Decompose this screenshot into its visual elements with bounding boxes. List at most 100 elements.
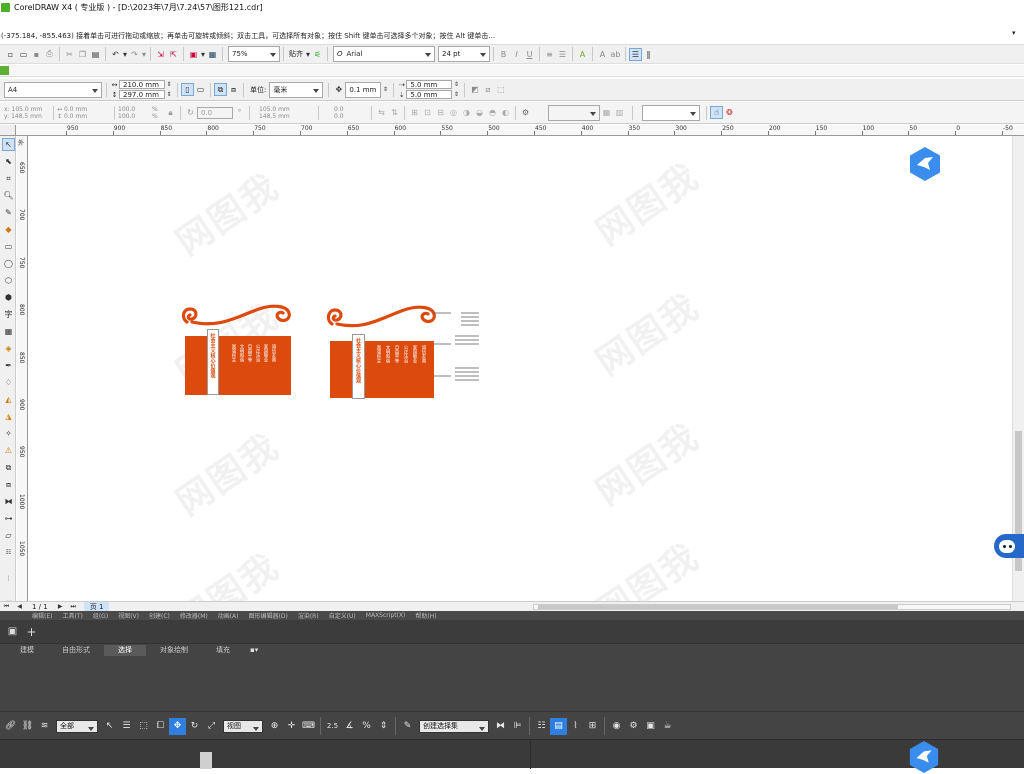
paste-icon[interactable]: ▤ xyxy=(89,48,102,61)
zoom-level-select[interactable]: 75% xyxy=(228,46,280,62)
keyboard-shortcut-icon[interactable]: ⌨ xyxy=(300,718,317,735)
drawing-canvas[interactable]: 网图我 网图我 网图我 网图我 网图我 网图我 网图我 网图我 社会主义核心价值… xyxy=(29,136,1012,601)
smart-fill-icon[interactable]: ◆ xyxy=(2,223,15,236)
ribbon-options-icon[interactable]: ▪▾ xyxy=(244,645,264,656)
select-object-icon[interactable]: ↖ xyxy=(101,718,118,735)
menu-item[interactable]: 渲染(R) xyxy=(298,611,319,620)
menu-item[interactable]: 自定义(U) xyxy=(329,611,356,620)
basic-shapes-icon[interactable]: ⬢ xyxy=(2,291,15,304)
reference-coord-select[interactable]: 视图 xyxy=(223,719,263,733)
menu-item[interactable]: 创建(C) xyxy=(149,611,170,620)
menu-item[interactable]: 工具(T) xyxy=(62,611,82,620)
new-file-icon[interactable]: ▫ xyxy=(4,48,17,61)
scene-explorer-icon[interactable]: ☷ xyxy=(533,718,550,735)
h-scroll-thumb[interactable] xyxy=(538,605,898,609)
sign-board-small[interactable]: 社会主义核心价值观 富强民主 文明和谐 自由平等 公正法治 爱国敬业 诚信友善 xyxy=(185,329,291,395)
percent-snap-icon[interactable]: % xyxy=(358,718,375,735)
center-y[interactable]: 148.5 mm xyxy=(259,113,315,120)
nudge-distance-input[interactable]: 0.1 mm xyxy=(345,81,382,98)
scale-y[interactable]: 100.0 xyxy=(118,113,152,120)
style-select[interactable] xyxy=(642,104,700,121)
link-icon[interactable]: 🔗︎ xyxy=(2,718,19,735)
center-x[interactable]: 105.0 mm xyxy=(259,106,315,113)
cut-icon[interactable]: ✂ xyxy=(63,48,76,61)
vertical-text-icon[interactable]: ‖ xyxy=(642,48,655,61)
treat-as-filled-icon[interactable]: ◩ xyxy=(468,83,481,96)
polygon-tool-icon[interactable]: ⬡ xyxy=(2,274,15,287)
pivot-center-icon[interactable]: ⊕ xyxy=(266,718,283,735)
duplicate-x-input[interactable]: 5.0 mm xyxy=(406,80,453,89)
page-size-select[interactable]: A4 xyxy=(4,81,102,98)
save-icon[interactable]: ▪ xyxy=(30,48,43,61)
export-icon[interactable]: ⇱ xyxy=(167,48,180,61)
dup-y-spinner-icon[interactable]: ⇕ xyxy=(452,90,460,99)
snaps-toggle-icon[interactable]: 2.5 xyxy=(324,718,341,735)
pick-tool-icon[interactable]: ↖ xyxy=(2,138,15,151)
last-page-icon[interactable]: ⏭ xyxy=(67,602,80,611)
unit-select[interactable]: 毫米 xyxy=(269,81,324,98)
undo-icon[interactable]: ↶ xyxy=(109,48,122,61)
curve-editor-icon[interactable]: ⌇ xyxy=(567,718,584,735)
rectangle-tool-icon[interactable]: ▭ xyxy=(2,240,15,253)
select-move-icon[interactable]: ✥ xyxy=(169,717,186,735)
italic-icon[interactable]: I xyxy=(510,48,523,61)
assistant-float-icon[interactable] xyxy=(994,534,1024,558)
position-y[interactable]: 148.5 mm xyxy=(11,113,42,120)
ungroup-icon[interactable]: ▥ xyxy=(613,106,626,119)
menu-item[interactable]: 动画(A) xyxy=(218,611,239,620)
window-crossing-icon[interactable]: ⧠ xyxy=(152,718,169,735)
sign-board-large[interactable]: 社会主义核心价值观 富强民主 文明和谐 自由平等 公正法治 爱国敬业 诚信友善 xyxy=(330,334,434,399)
landscape-icon[interactable]: ▭ xyxy=(194,83,207,96)
outline-tool-icon[interactable]: ♢ xyxy=(2,376,15,389)
horizontal-scrollbar[interactable] xyxy=(533,604,1011,610)
nudge-spinner-icon[interactable]: ⇕ xyxy=(381,83,389,96)
mesh-fill-icon[interactable]: ✧ xyxy=(2,427,15,440)
pick-tool-icon[interactable]: ☝ xyxy=(710,106,723,119)
text-align-icon[interactable]: ≡ xyxy=(543,48,556,61)
font-name-select[interactable]: O Arial xyxy=(333,46,435,62)
side-panel-icon[interactable]: ☷ xyxy=(2,546,15,559)
first-page-icon[interactable]: ⏮ xyxy=(0,602,13,611)
copy-icon[interactable]: ❐ xyxy=(76,48,89,61)
select-rotate-icon[interactable]: ↻ xyxy=(186,718,203,735)
ribbon-tab[interactable]: 填充 xyxy=(202,645,244,656)
table-tool-icon[interactable]: ▦ xyxy=(2,325,15,338)
page-width-input[interactable]: 210.0 mm xyxy=(119,80,165,89)
convert-to-curves-icon[interactable]: ⚙ xyxy=(519,106,532,119)
bold-icon[interactable]: B xyxy=(497,48,510,61)
width-spinner-icon[interactable]: ⇕ xyxy=(165,80,173,89)
snap-to-button[interactable]: 贴齐 xyxy=(289,49,303,59)
drop-cap-icon[interactable]: A xyxy=(576,48,589,61)
font-size-select[interactable]: 24 pt xyxy=(438,46,490,62)
freehand-tool-icon[interactable]: ✎ xyxy=(2,206,15,219)
ribbon-tab[interactable]: 选择 xyxy=(104,645,146,656)
mirror-h-icon[interactable]: ⇆ xyxy=(375,106,388,119)
simplify-icon[interactable]: ◓ xyxy=(486,106,499,119)
break-apart-icon[interactable]: ⊟ xyxy=(434,106,447,119)
align-tool-icon[interactable]: ⊫ xyxy=(509,718,526,735)
ruler-origin[interactable] xyxy=(0,125,16,136)
transform-icon[interactable]: ⧈ xyxy=(2,478,15,491)
shape-tool-icon[interactable]: ⬉ xyxy=(2,155,15,168)
edit-text-icon[interactable]: ab xyxy=(609,48,622,61)
schematic-view-icon[interactable]: ⊞ xyxy=(584,718,601,735)
portrait-icon[interactable]: ▯ xyxy=(181,83,194,96)
add-tab-icon[interactable]: + xyxy=(25,625,38,639)
character-format-icon[interactable]: A xyxy=(596,48,609,61)
angle-snap-icon[interactable]: ∡ xyxy=(341,718,358,735)
menu-item[interactable]: 修改器(M) xyxy=(180,611,208,620)
toolbar-expand-icon[interactable] xyxy=(0,66,9,75)
dup-x-spinner-icon[interactable]: ⇕ xyxy=(452,80,460,89)
intersect-icon[interactable]: ◒ xyxy=(473,106,486,119)
render-setup-icon[interactable]: ⚙ xyxy=(625,718,642,735)
ribbon-tab[interactable]: 自由形式 xyxy=(48,645,104,656)
ellipse-tool-icon[interactable]: ◯ xyxy=(2,257,15,270)
next-page-icon[interactable]: ▶ xyxy=(54,602,67,611)
relative-y[interactable]: 0.0 xyxy=(334,113,368,120)
horizontal-ruler[interactable]: 950 900 850 800 750 700 650 600 550 500 450 400 350 3… xyxy=(16,125,1024,136)
page-tab[interactable]: 页 1 xyxy=(83,601,110,612)
size-width[interactable]: 0.0 mm xyxy=(64,106,87,113)
color-palette-icon[interactable]: ❂ xyxy=(723,106,736,119)
underline-icon[interactable]: U xyxy=(523,48,536,61)
redo-dropdown-icon[interactable]: ▾ xyxy=(141,48,147,61)
